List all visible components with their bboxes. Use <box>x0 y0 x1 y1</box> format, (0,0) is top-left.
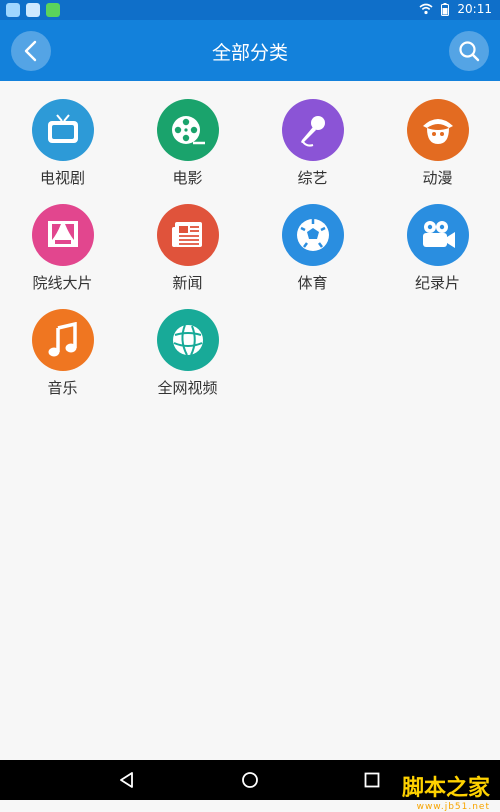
category-sports[interactable]: 体育 <box>250 204 375 293</box>
category-variety[interactable]: 综艺 <box>250 99 375 188</box>
category-label: 纪录片 <box>414 274 460 292</box>
category-label: 电视剧 <box>39 169 85 187</box>
back-triangle-icon[interactable] <box>117 770 137 790</box>
category-label: 音乐 <box>47 379 78 397</box>
status-right: 20:11 <box>419 2 492 16</box>
category-label: 院线大片 <box>32 274 93 292</box>
category-news[interactable]: 新闻 <box>125 204 250 293</box>
tv-icon <box>31 99 94 161</box>
wifi-icon <box>419 3 433 15</box>
category-documentary[interactable]: 纪录片 <box>375 204 500 293</box>
page-title: 全部分类 <box>211 42 288 64</box>
newspaper-icon <box>156 204 219 266</box>
wechat-icon <box>46 3 60 17</box>
image-notification-icon <box>6 3 20 17</box>
category-cinema[interactable]: 院线大片 <box>0 204 125 293</box>
category-all-web-video[interactable]: 全网视频 <box>125 309 250 398</box>
category-anime[interactable]: 动漫 <box>375 99 500 188</box>
microphone-icon <box>281 99 344 161</box>
home-circle-icon[interactable] <box>240 770 260 790</box>
watermark-text: 脚本之家 <box>401 776 490 801</box>
music-note-icon <box>31 309 94 371</box>
category-movie[interactable]: 电影 <box>125 99 250 188</box>
soccer-ball-icon <box>281 204 344 266</box>
watermark-url: www.jb51.net <box>416 802 490 812</box>
category-label: 体育 <box>297 274 328 292</box>
search-icon <box>459 41 480 62</box>
category-label: 综艺 <box>297 169 328 187</box>
desktop-notification-icon <box>26 3 40 17</box>
search-button[interactable] <box>449 31 489 71</box>
category-label: 全网视频 <box>157 379 218 397</box>
battery-icon <box>441 2 450 16</box>
category-label: 动漫 <box>422 169 453 187</box>
category-label: 新闻 <box>172 274 203 292</box>
anime-icon <box>406 99 469 161</box>
recents-square-icon[interactable] <box>362 770 382 790</box>
notification-icons <box>6 3 60 17</box>
category-tv[interactable]: 电视剧 <box>0 99 125 188</box>
globe-icon <box>156 309 219 371</box>
status-bar: 20:11 <box>0 0 500 20</box>
film-reel-icon <box>156 99 219 161</box>
video-camera-icon <box>406 204 469 266</box>
category-music[interactable]: 音乐 <box>0 309 125 398</box>
category-label: 电影 <box>172 169 203 187</box>
app-bar: 全部分类 <box>0 20 500 81</box>
theater-icon <box>31 204 94 266</box>
watermark: 脚本之家 www.jb51.net <box>402 770 490 812</box>
clock: 20:11 <box>457 2 492 16</box>
